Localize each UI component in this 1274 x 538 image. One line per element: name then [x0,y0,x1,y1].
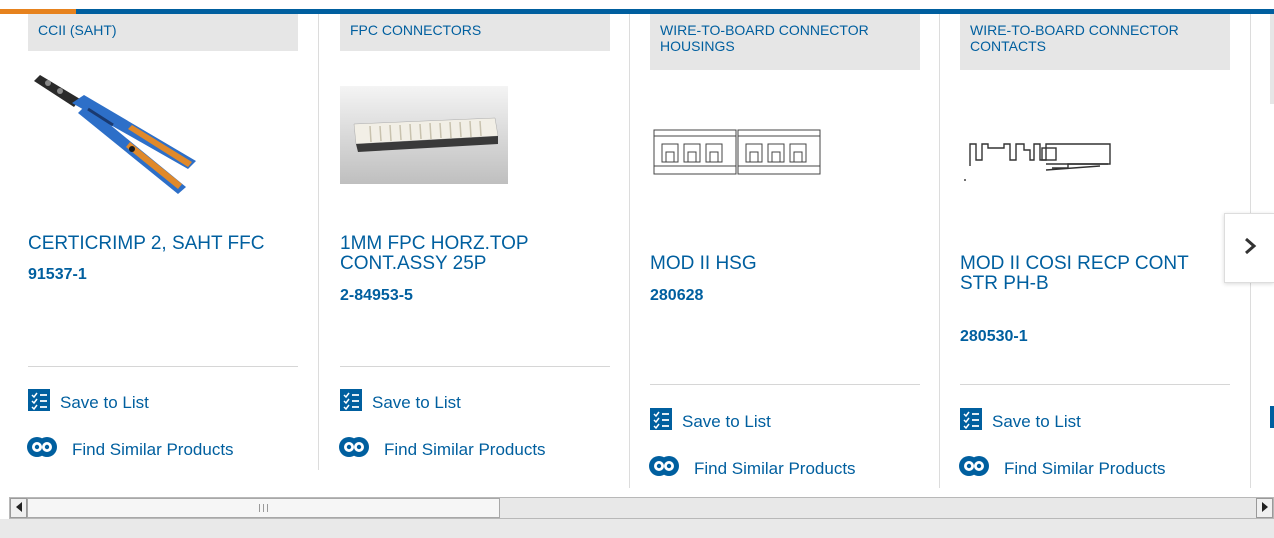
part-number-link[interactable]: 91537-1 [28,266,87,284]
product-category[interactable]: CCII (SAHT) [28,14,298,51]
find-similar-products-label: Find Similar Products [384,439,546,459]
page-footer-background [0,519,1274,538]
chevron-right-icon [1243,237,1257,260]
card-divider [650,384,920,385]
product-card: WIRE-TO-BOARD CONNECTOR CONTACTS MOD II … [940,14,1230,490]
fpc-connector-image[interactable] [340,86,610,226]
find-similar-products-button[interactable]: Find Similar Products [26,434,234,465]
scroll-right-button[interactable] [1256,498,1273,518]
find-similar-products-label: Find Similar Products [72,439,234,459]
similar-products-icon [958,453,994,484]
find-similar-products-button[interactable]: Find Similar Products [958,453,1166,484]
triangle-right-icon [1261,499,1269,517]
part-number-link[interactable]: 280530-1 [960,328,1028,346]
save-to-list-label: Save to List [60,392,149,412]
card-divider [340,366,610,367]
scroll-left-button[interactable] [10,498,27,518]
checklist-icon [958,408,982,435]
save-to-list-button[interactable]: Save to List [958,408,1081,435]
save-to-list-label: Save to List [372,392,461,412]
product-card: WIRE-TO-BOARD CONNECTOR HOUSINGS MOD II … [630,14,920,490]
similar-products-icon [338,434,374,465]
save-to-list-label: Save to List [682,411,771,431]
save-to-list-button[interactable]: Save to List [648,408,771,435]
carousel-next-button[interactable] [1224,213,1274,283]
find-similar-products-button[interactable]: Find Similar Products [338,434,546,465]
save-to-list-button[interactable]: Save to List [26,389,149,416]
similar-products-icon [648,453,684,484]
find-similar-products-button[interactable]: Find Similar Products [648,453,856,484]
product-category[interactable]: WIRE-TO-BOARD CONNECTOR HOUSINGS [650,14,920,70]
housing-drawing-image[interactable] [650,126,920,266]
save-to-list-button[interactable]: Save to List [338,389,461,416]
card-divider [28,366,298,367]
checklist-icon [338,389,362,416]
product-card: FPC CONNECTORS 1MM FPC HORZ.TOP CONT.ASS… [320,14,610,490]
find-similar-products-label: Find Similar Products [694,458,856,478]
save-to-list-label: Save to List [992,411,1081,431]
horizontal-scrollbar[interactable] [9,497,1274,519]
part-number-link[interactable]: 280628 [650,287,703,305]
product-category[interactable]: WIRE-TO-BOARD CONNECTOR CONTACTS [960,14,1230,70]
product-name-link[interactable]: CERTICRIMP 2, SAHT FFC [28,234,298,254]
similar-products-icon [26,434,62,465]
product-carousel-page: CCII (SAHT) CERTICRIMP 2, SAHT FFC 91537… [0,0,1274,538]
triangle-left-icon [15,499,23,517]
product-name-link[interactable]: 1MM FPC HORZ.TOP CONT.ASSY 25P [340,234,610,274]
product-card: CCII (SAHT) CERTICRIMP 2, SAHT FFC 91537… [8,14,298,490]
card-separator [318,14,319,470]
card-divider [960,384,1230,385]
find-similar-products-label: Find Similar Products [1004,458,1166,478]
product-name-link[interactable]: MOD II HSG [650,254,920,274]
grip-icon [259,504,268,512]
scrollbar-thumb[interactable] [27,498,500,518]
product-category[interactable]: FPC CONNECTORS [340,14,610,51]
crimp-tool-image[interactable] [28,69,298,209]
part-number-link[interactable]: 2-84953-5 [340,287,413,305]
checklist-icon [648,408,672,435]
product-name-link[interactable]: MOD II COSI RECP CONT STR PH-B [960,254,1230,294]
checklist-icon [26,389,50,416]
